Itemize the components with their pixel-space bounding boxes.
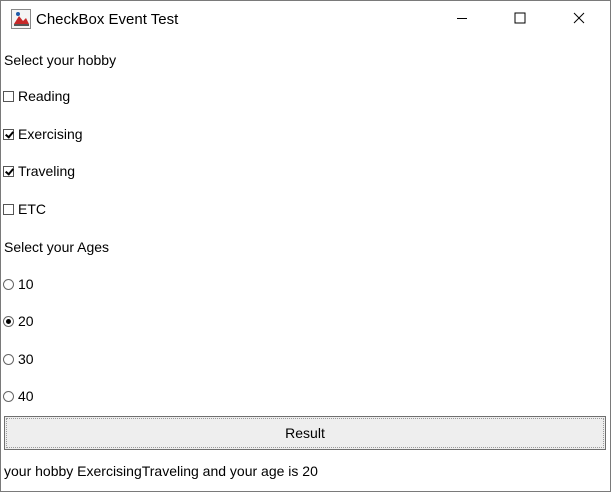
result-button-label: Result [285, 425, 325, 441]
checkbox-box[interactable] [3, 128, 14, 140]
checkbox-etc[interactable]: ETC [3, 200, 46, 218]
maximize-button[interactable] [491, 1, 549, 39]
radio-label: 30 [18, 351, 34, 367]
radio-circle[interactable] [3, 315, 14, 327]
radio-age-30[interactable]: 30 [3, 350, 34, 368]
checkbox-label: Traveling [18, 163, 76, 179]
radio-age-40[interactable]: 40 [3, 387, 34, 405]
close-button[interactable] [550, 1, 608, 39]
checkbox-exercising[interactable]: Exercising [3, 125, 83, 143]
minimize-button[interactable] [433, 1, 491, 39]
radio-label: 10 [18, 276, 34, 292]
java-app-icon [11, 9, 31, 29]
age-heading: Select your Ages [4, 239, 110, 255]
maximize-icon [514, 11, 526, 29]
checkbox-label: Reading [18, 88, 71, 104]
window-title: CheckBox Event Test [36, 11, 179, 28]
checkbox-box[interactable] [3, 203, 14, 215]
radio-circle[interactable] [3, 353, 14, 365]
checkbox-reading[interactable]: Reading [3, 87, 70, 105]
checkbox-label: Exercising [18, 126, 83, 142]
title-bar[interactable]: CheckBox Event Test [1, 1, 610, 39]
status-text: your hobby ExercisingTraveling and your … [4, 463, 318, 479]
minimize-icon [456, 11, 468, 29]
checkbox-traveling[interactable]: Traveling [3, 162, 75, 180]
checkbox-label: ETC [18, 201, 46, 217]
radio-circle[interactable] [3, 390, 14, 402]
close-icon [573, 11, 585, 29]
checkbox-box[interactable] [3, 165, 14, 177]
checkbox-box[interactable] [3, 90, 14, 102]
hobby-heading: Select your hobby [4, 52, 117, 68]
radio-label: 20 [18, 313, 34, 329]
radio-circle[interactable] [3, 278, 14, 290]
content-panel: Select your hobby Reading Exercising Tra… [1, 39, 610, 491]
radio-label: 40 [18, 388, 34, 404]
radio-age-10[interactable]: 10 [3, 275, 34, 293]
result-button[interactable]: Result [4, 416, 606, 450]
radio-age-20[interactable]: 20 [3, 312, 34, 330]
app-window: CheckBox Event Test Select your hobby Re… [0, 0, 611, 492]
